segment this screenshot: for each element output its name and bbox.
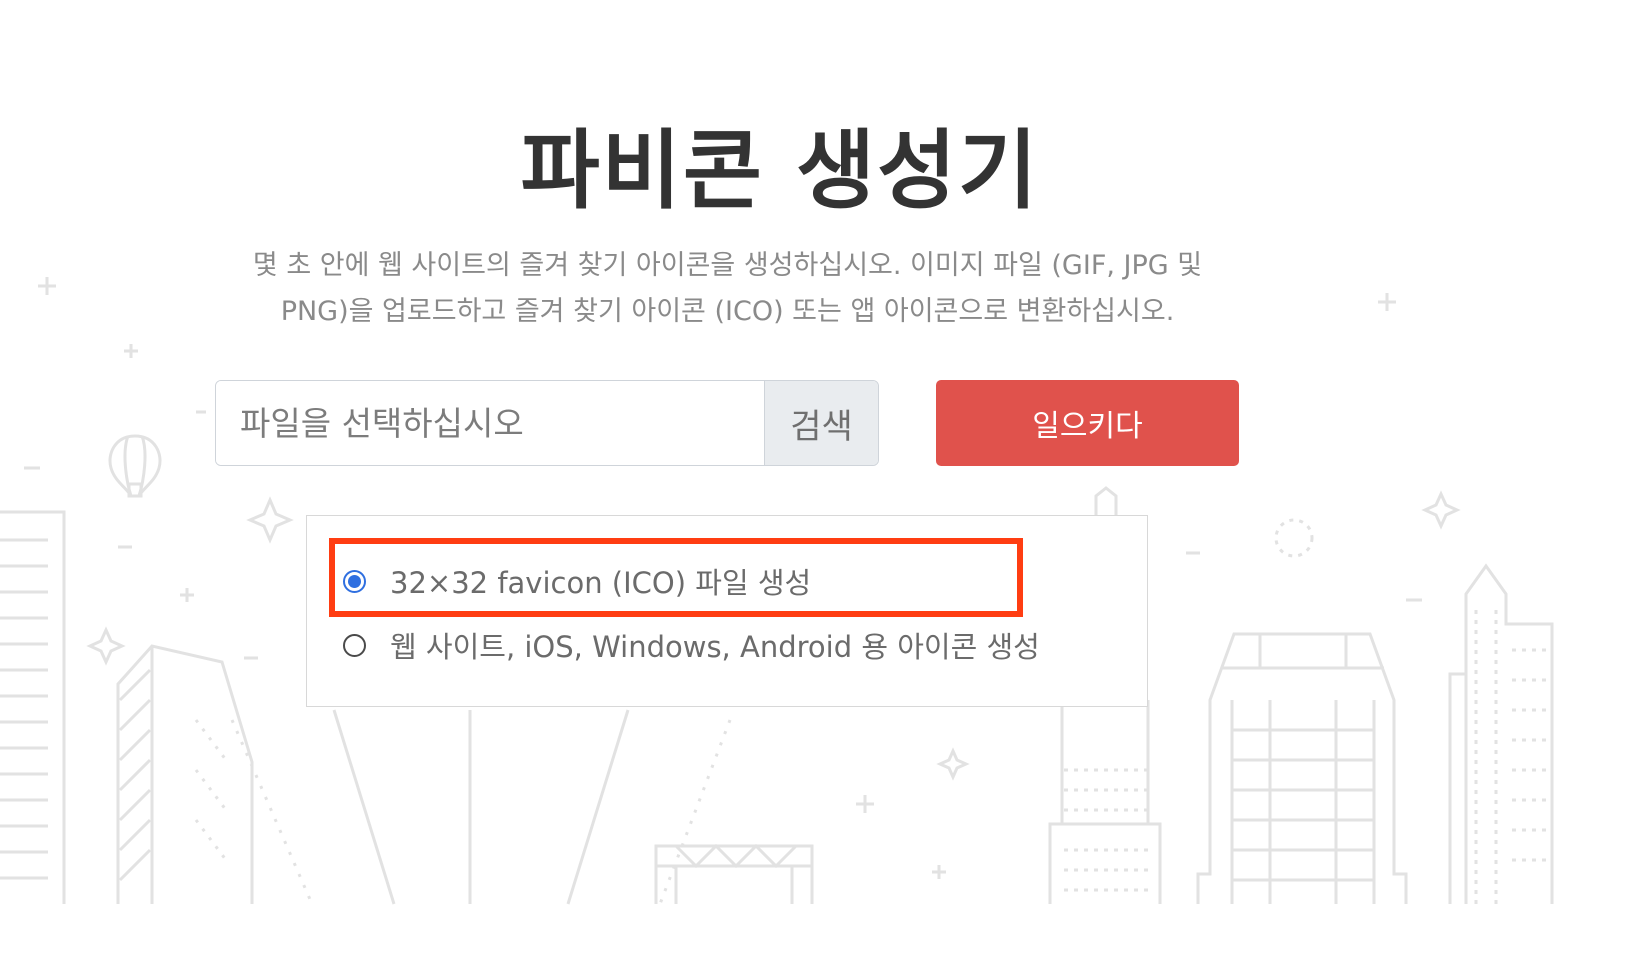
page-description: 몇 초 안에 웹 사이트의 즐겨 찾기 아이콘을 생성하십시오. 이미지 파일 …: [200, 243, 1255, 335]
description-line-2: PNG)을 업로드하고 즐겨 찾기 아이콘 (ICO) 또는 앱 아이콘으로 변…: [280, 296, 1175, 327]
file-picker: 검색: [215, 380, 879, 466]
generate-button[interactable]: 일으키다: [936, 380, 1239, 466]
option-app-icons-label: 웹 사이트, iOS, Windows, Android 용 아이콘 생성: [390, 630, 1040, 664]
page-title: 파비콘 생성기: [520, 121, 1040, 221]
option-ico-favicon-label: 32×32 favicon (ICO) 파일 생성: [390, 566, 812, 600]
file-input[interactable]: [216, 381, 764, 465]
description-line-1: 몇 초 안에 웹 사이트의 즐겨 찾기 아이콘을 생성하십시오. 이미지 파일 …: [252, 250, 1203, 281]
radio-app-icons[interactable]: [343, 633, 366, 657]
browse-button[interactable]: 검색: [764, 381, 878, 465]
options-panel: 32×32 favicon (ICO) 파일 생성 웹 사이트, iOS, Wi…: [306, 515, 1148, 707]
option-app-icons[interactable]: 웹 사이트, iOS, Windows, Android 용 아이콘 생성: [343, 624, 1040, 666]
radio-ico-favicon[interactable]: [343, 569, 366, 593]
option-ico-favicon[interactable]: 32×32 favicon (ICO) 파일 생성: [343, 560, 811, 602]
